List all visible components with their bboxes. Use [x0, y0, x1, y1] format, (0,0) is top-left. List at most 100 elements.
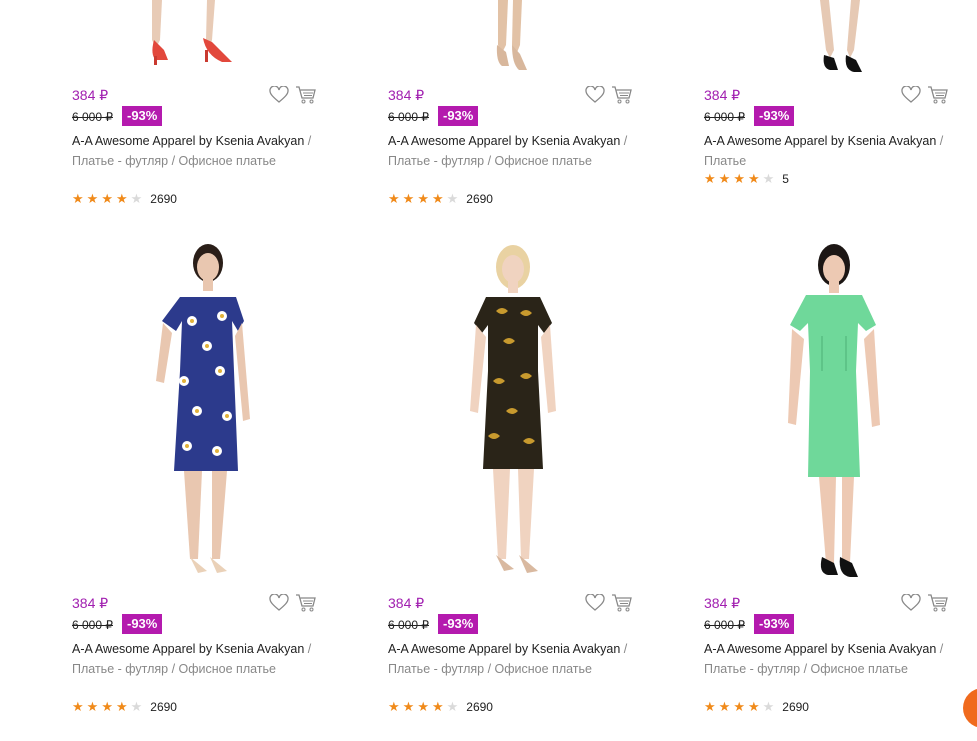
star-icon: ★ — [762, 699, 775, 714]
heart-icon[interactable] — [901, 86, 921, 104]
price: 384 ₽ — [72, 595, 109, 611]
star-icon: ★ — [86, 191, 99, 206]
product-image[interactable] — [704, 241, 974, 583]
star-icon: ★ — [388, 191, 400, 206]
product-card[interactable]: 384 ₽ 6 000 ₽ -93% A-A Awesome Apparel b… — [704, 241, 974, 714]
category-path[interactable]: Платье — [704, 154, 746, 168]
star-icon: ★ — [733, 699, 745, 714]
product-card[interactable]: 384 ₽ 6 000 ₽ -93% A-A Awesome Apparel b… — [388, 0, 658, 206]
star-icon: ★ — [402, 699, 415, 714]
star-icon: ★ — [86, 699, 99, 714]
discount-badge: -93% — [754, 614, 795, 634]
discount-badge: -93% — [438, 106, 479, 126]
discount-badge: -93% — [122, 106, 163, 126]
product-image[interactable] — [388, 241, 658, 583]
star-icon: ★ — [718, 171, 731, 186]
price: 384 ₽ — [388, 595, 425, 611]
review-count: 2690 — [782, 700, 809, 714]
star-icon: ★ — [733, 171, 745, 186]
star-icon: ★ — [762, 171, 775, 186]
rating: ★ ★ ★ ★ ★ 2690 — [72, 192, 177, 206]
star-icon: ★ — [101, 699, 113, 714]
star-icon: ★ — [115, 191, 128, 206]
star-icon: ★ — [101, 191, 113, 206]
brand-name[interactable]: A-A Awesome Apparel by Ksenia Avakyan — [704, 642, 936, 656]
old-price: 6 000 ₽ — [72, 618, 113, 632]
product-image[interactable] — [704, 0, 974, 75]
product-image[interactable] — [72, 241, 342, 583]
star-icon: ★ — [704, 699, 716, 714]
rating: ★ ★ ★ ★ ★ 2690 — [72, 700, 177, 714]
product-card[interactable]: 384 ₽ 6 000 ₽ -93% A-A Awesome Apparel b… — [388, 241, 658, 714]
brand-name[interactable]: A-A Awesome Apparel by Ksenia Avakyan — [72, 134, 304, 148]
price: 384 ₽ — [388, 87, 425, 103]
rating: ★ ★ ★ ★ ★ 2690 — [388, 192, 493, 206]
cart-icon[interactable] — [927, 85, 949, 105]
discount-badge: -93% — [438, 614, 479, 634]
product-image[interactable] — [388, 0, 658, 75]
cart-icon[interactable] — [611, 593, 633, 613]
product-card[interactable]: 384 ₽ 6 000 ₽ -93% A-A Awesome Apparel b… — [72, 0, 342, 206]
brand-name[interactable]: A-A Awesome Apparel by Ksenia Avakyan — [388, 134, 620, 148]
cart-icon[interactable] — [927, 593, 949, 613]
product-title[interactable]: A-A Awesome Apparel by Ksenia Avakyan / … — [388, 639, 658, 679]
review-count: 5 — [782, 172, 789, 186]
review-count: 2690 — [150, 700, 177, 714]
cart-icon[interactable] — [295, 85, 317, 105]
star-icon: ★ — [417, 191, 429, 206]
star-icon: ★ — [747, 699, 760, 714]
category-path[interactable]: Платье - футляр / Офисное платье — [388, 662, 592, 676]
star-icon: ★ — [446, 699, 459, 714]
old-price: 6 000 ₽ — [704, 618, 745, 632]
product-title[interactable]: A-A Awesome Apparel by Ksenia Avakyan / … — [388, 131, 658, 171]
discount-badge: -93% — [754, 106, 795, 126]
star-icon: ★ — [130, 191, 143, 206]
review-count: 2690 — [466, 192, 493, 206]
category-path[interactable]: Платье - футляр / Офисное платье — [72, 662, 276, 676]
star-icon: ★ — [431, 699, 444, 714]
rating: ★ ★ ★ ★ ★ 2690 — [388, 700, 493, 714]
product-title[interactable]: A-A Awesome Apparel by Ksenia Avakyan / … — [704, 131, 974, 171]
discount-badge: -93% — [122, 614, 163, 634]
category-path[interactable]: Платье - футляр / Офисное платье — [388, 154, 592, 168]
brand-name[interactable]: A-A Awesome Apparel by Ksenia Avakyan — [388, 642, 620, 656]
star-icon: ★ — [115, 699, 128, 714]
product-title[interactable]: A-A Awesome Apparel by Ksenia Avakyan / … — [704, 639, 974, 679]
product-card[interactable]: 384 ₽ 6 000 ₽ -93% A-A Awesome Apparel b… — [704, 0, 974, 205]
category-path[interactable]: Платье - футляр / Офисное платье — [72, 154, 276, 168]
product-image[interactable] — [72, 0, 342, 75]
price: 384 ₽ — [704, 595, 741, 611]
rating: ★ ★ ★ ★ ★ 5 — [704, 172, 789, 186]
heart-icon[interactable] — [585, 594, 605, 612]
product-title[interactable]: A-A Awesome Apparel by Ksenia Avakyan / … — [72, 131, 342, 171]
price: 384 ₽ — [704, 87, 741, 103]
review-count: 2690 — [466, 700, 493, 714]
old-price: 6 000 ₽ — [72, 110, 113, 124]
cart-icon[interactable] — [295, 593, 317, 613]
star-icon: ★ — [747, 171, 760, 186]
star-icon: ★ — [72, 699, 84, 714]
product-title[interactable]: A-A Awesome Apparel by Ksenia Avakyan / … — [72, 639, 342, 679]
star-icon: ★ — [718, 699, 731, 714]
star-icon: ★ — [446, 191, 459, 206]
star-icon: ★ — [417, 699, 429, 714]
rating: ★ ★ ★ ★ ★ 2690 — [704, 700, 809, 714]
heart-icon[interactable] — [901, 594, 921, 612]
review-count: 2690 — [150, 192, 177, 206]
heart-icon[interactable] — [585, 86, 605, 104]
heart-icon[interactable] — [269, 594, 289, 612]
brand-name[interactable]: A-A Awesome Apparel by Ksenia Avakyan — [72, 642, 304, 656]
heart-icon[interactable] — [269, 86, 289, 104]
cart-icon[interactable] — [611, 85, 633, 105]
star-icon: ★ — [704, 171, 716, 186]
old-price: 6 000 ₽ — [704, 110, 745, 124]
star-icon: ★ — [402, 191, 415, 206]
star-icon: ★ — [130, 699, 143, 714]
product-card[interactable]: 384 ₽ 6 000 ₽ -93% A-A Awesome Apparel b… — [72, 241, 342, 714]
old-price: 6 000 ₽ — [388, 618, 429, 632]
star-icon: ★ — [431, 191, 444, 206]
star-icon: ★ — [388, 699, 400, 714]
star-icon: ★ — [72, 191, 84, 206]
category-path[interactable]: Платье - футляр / Офисное платье — [704, 662, 908, 676]
brand-name[interactable]: A-A Awesome Apparel by Ksenia Avakyan — [704, 134, 936, 148]
